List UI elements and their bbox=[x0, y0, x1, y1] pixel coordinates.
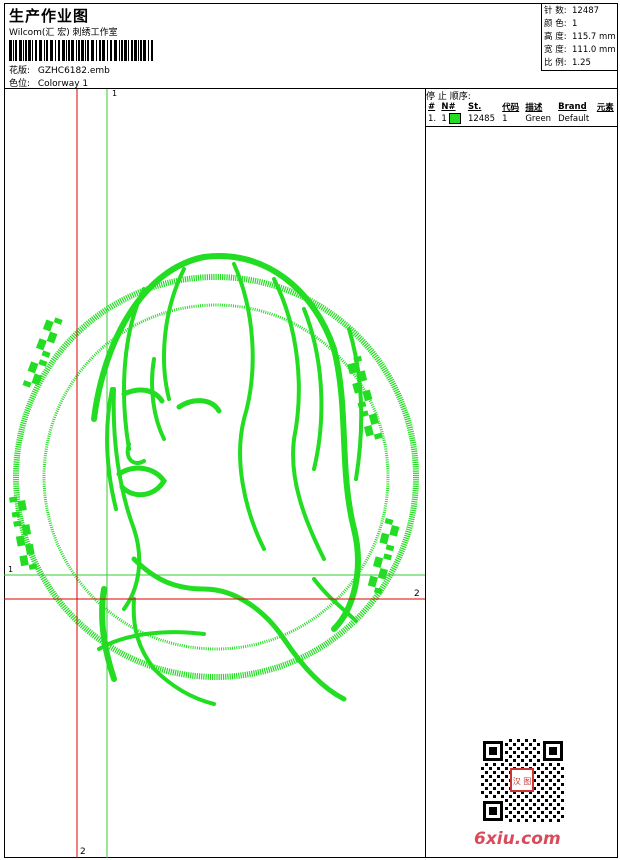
stop-sequence-panel: 停 止 顺序: # N# St. 代码 描述 Brand 元素 1. 1 124… bbox=[426, 89, 618, 858]
col-description: 描述 bbox=[525, 103, 543, 113]
row-index: 1. bbox=[428, 113, 437, 124]
table-row: 1. 1 12485 1 Green Default bbox=[426, 113, 618, 124]
stop-sequence-table: # N# St. 代码 描述 Brand 元素 1. 1 12485 1 Gre… bbox=[426, 101, 618, 124]
design-file-row: 花版: GZHC6182.emb bbox=[9, 63, 110, 76]
svg-text:汉 图: 汉 图 bbox=[513, 777, 532, 786]
design-label: 花版: bbox=[9, 66, 31, 76]
design-file-name: GZHC6182.emb bbox=[37, 66, 110, 76]
row-description: Green bbox=[525, 113, 552, 124]
col-element: 元素 bbox=[596, 103, 614, 113]
stat-height: 高 度: 115.7 mm bbox=[544, 32, 616, 42]
table-header-row: # N# St. 代码 描述 Brand 元素 bbox=[426, 101, 618, 113]
svg-text:▚▞▚ ▞▚▞▚: ▚▞▚ ▞▚▞▚ bbox=[21, 314, 63, 392]
colorway-value: Colorway 1 bbox=[37, 79, 89, 89]
col-needle: N# bbox=[441, 102, 456, 112]
stat-scale: 比 例: 1.25 bbox=[544, 58, 591, 68]
col-brand: Brand bbox=[558, 102, 587, 112]
svg-text:▞▚▞ ▚▞▚▞: ▞▚▞ ▚▞▚▞ bbox=[366, 517, 402, 595]
stats-panel: 针 数: 12487 颜 色: 1 高 度: 115.7 mm 宽 度: 111.0 m… bbox=[541, 3, 618, 71]
table-divider bbox=[426, 126, 618, 127]
embroidery-preview: ▚▞▚ ▞▚▞▚ ▞▚▞▚▞ ▚▞ ▚▞▚▞▚ ▞▚▞ ▞▚▞ ▚▞▚▞ bbox=[4, 89, 425, 858]
qr-code: 汉 图 bbox=[481, 739, 565, 823]
company-name: Wilcom(汇 宏) 刺绣工作室 bbox=[9, 28, 118, 38]
stat-stitches: 针 数: 12487 bbox=[544, 6, 600, 16]
guide-horizontal-red-label: 2 bbox=[414, 589, 420, 599]
row-code: 1 bbox=[502, 113, 508, 124]
guide-horizontal-green-label: 1 bbox=[8, 565, 14, 574]
guide-vertical-green-label: 1 bbox=[112, 89, 118, 98]
stat-width: 宽 度: 111.0 mm bbox=[544, 45, 616, 55]
row-stitches: 12485 bbox=[467, 113, 495, 124]
row-needle: 1 bbox=[439, 113, 466, 124]
portrait-illustration bbox=[91, 253, 364, 706]
color-swatch bbox=[449, 113, 462, 124]
col-index: # bbox=[428, 102, 436, 112]
stat-colors: 颜 色: 1 bbox=[544, 19, 578, 29]
design-canvas: ▚▞▚ ▞▚▞▚ ▞▚▞▚▞ ▚▞ ▚▞▚▞▚ ▞▚▞ ▞▚▞ ▚▞▚▞ 1 2… bbox=[4, 89, 426, 858]
row-brand: Default bbox=[558, 113, 590, 124]
watermark: 6xiu.com bbox=[474, 829, 561, 849]
col-stitches: St. bbox=[467, 102, 482, 112]
svg-text:▞▚▞▚▞ ▚▞: ▞▚▞▚▞ ▚▞ bbox=[8, 494, 38, 572]
page-title: 生产作业图 bbox=[9, 7, 90, 25]
svg-text:▚▞▚▞▚ ▞▚▞: ▚▞▚▞▚ ▞▚▞ bbox=[345, 355, 384, 443]
barcode bbox=[9, 40, 153, 61]
colorway-label: 色位: bbox=[9, 79, 31, 89]
guide-vertical-red-label: 2 bbox=[80, 847, 86, 857]
header: 生产作业图 Wilcom(汇 宏) 刺绣工作室 花版: GZHC6182.emb… bbox=[4, 3, 618, 89]
colorway-row: 色位: Colorway 1 bbox=[9, 76, 88, 89]
row-element bbox=[595, 113, 618, 124]
col-code: 代码 bbox=[502, 103, 520, 113]
